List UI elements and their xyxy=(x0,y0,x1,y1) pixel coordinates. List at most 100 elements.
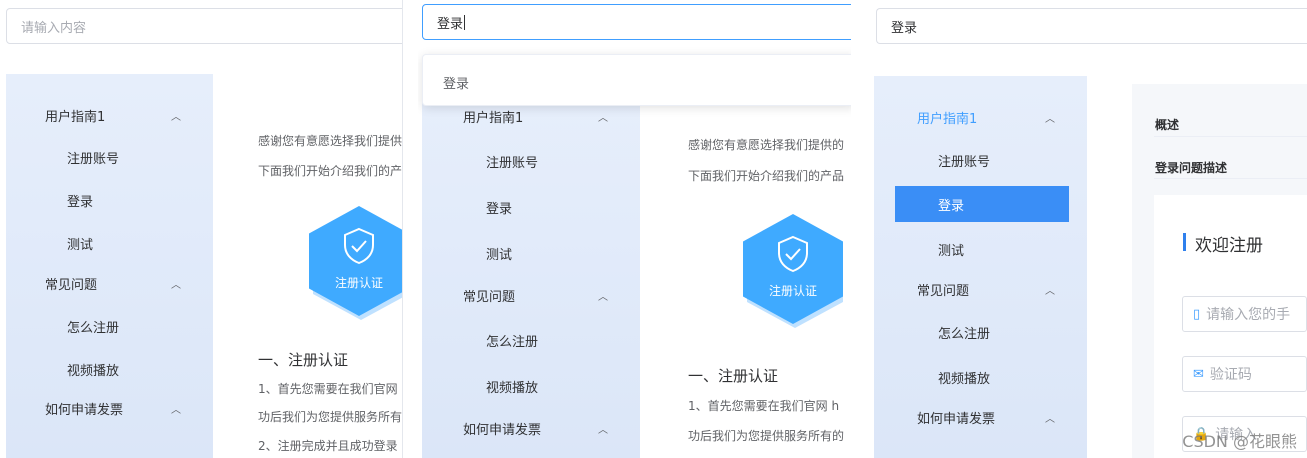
chevron-up-icon: ︿ xyxy=(1045,113,1055,125)
phone-icon: ▯ xyxy=(1193,306,1201,322)
paragraph-line-2: 功后我们为您提供服务所有 xyxy=(258,410,403,424)
chevron-up-icon: ︿ xyxy=(171,404,181,416)
menu-item-how-to-register[interactable]: 怎么注册 xyxy=(422,322,640,358)
chevron-up-icon: ︿ xyxy=(171,279,181,291)
menu-group-user-guide[interactable]: 用户指南1 ︿ xyxy=(874,104,1087,130)
menu-group-invoice[interactable]: 如何申请发票 ︿ xyxy=(874,404,1087,430)
menu-item-label: 测试 xyxy=(938,243,965,259)
register-badge: 注册认证 xyxy=(743,214,847,334)
menu-group-label: 用户指南1 xyxy=(917,111,978,127)
divider xyxy=(1154,178,1307,179)
menu-group-label: 如何申请发票 xyxy=(45,402,124,418)
menu-item-label: 注册账号 xyxy=(67,151,120,167)
form-title: 欢迎注册 xyxy=(1195,236,1263,256)
menu-group-label: 用户指南1 xyxy=(463,110,524,126)
intro-line-1: 感谢您有意愿选择我们提供的 xyxy=(688,138,845,152)
menu-group-label: 用户指南1 xyxy=(45,109,106,125)
menu-item-login[interactable]: 登录 xyxy=(422,189,640,225)
menu-group-user-guide[interactable]: 用户指南1 ︿ xyxy=(6,102,213,128)
badge-label: 注册认证 xyxy=(334,276,383,290)
menu-item-label: 视频播放 xyxy=(67,363,120,379)
login-issue-heading: 登录问题描述 xyxy=(1155,161,1228,175)
search-input[interactable]: 登录 xyxy=(422,4,851,40)
panel-result: 登录 用户指南1 ︿ 注册账号 登录 测试 常见问题 ︿ 怎么注册 视频播放 如… xyxy=(872,0,1307,458)
menu-item-how-to-register[interactable]: 怎么注册 xyxy=(6,308,213,344)
section-heading: 一、注册认证 xyxy=(688,367,779,385)
menu-item-login-active[interactable]: 登录 xyxy=(895,186,1069,222)
menu-group-faq[interactable]: 常见问题 ︿ xyxy=(6,270,213,296)
chevron-up-icon: ︿ xyxy=(598,424,608,436)
menu-item-label: 注册账号 xyxy=(486,155,539,171)
menu-item-label: 视频播放 xyxy=(486,380,539,396)
menu-group-invoice[interactable]: 如何申请发票 ︿ xyxy=(422,415,640,441)
menu-group-invoice[interactable]: 如何申请发票 ︿ xyxy=(6,395,213,421)
overview-heading: 概述 xyxy=(1155,118,1180,132)
menu-group-label: 常见问题 xyxy=(463,289,516,305)
chevron-up-icon: ︿ xyxy=(1045,285,1055,297)
search-placeholder: 请输入内容 xyxy=(21,20,87,36)
menu-item-test[interactable]: 测试 xyxy=(422,235,640,271)
paragraph-line-1: 1、首先您需要在我们官网 xyxy=(258,382,398,396)
sidebar-menu: 用户指南1 ︿ 注册账号 登录 测试 常见问题 ︿ 怎么注册 视频播放 如何申请… xyxy=(422,100,640,458)
menu-item-register-account[interactable]: 注册账号 xyxy=(6,139,213,175)
intro-line-2: 下面我们开始介绍我们的产品 xyxy=(688,169,845,183)
search-value: 登录 xyxy=(891,20,918,36)
register-badge: 注册认证 xyxy=(309,206,402,326)
menu-item-label: 注册账号 xyxy=(938,154,991,170)
menu-item-label: 怎么注册 xyxy=(486,334,539,350)
phone-placeholder: 请输入您的手 xyxy=(1206,307,1291,323)
sidebar-menu: 用户指南1 ︿ 注册账号 登录 测试 常见问题 ︿ 怎么注册 视频播放 如何申请… xyxy=(6,74,213,458)
search-input[interactable]: 登录 xyxy=(876,8,1307,44)
mail-icon: ✉ xyxy=(1193,366,1204,382)
menu-item-label: 登录 xyxy=(67,194,94,210)
chevron-up-icon: ︿ xyxy=(598,112,608,124)
menu-group-faq[interactable]: 常见问题 ︿ xyxy=(422,282,640,308)
shield-check-icon xyxy=(778,235,808,273)
search-value: 登录 xyxy=(437,16,464,32)
title-accent-bar xyxy=(1183,233,1186,251)
chevron-up-icon: ︿ xyxy=(171,111,181,123)
badge-label: 注册认证 xyxy=(768,284,817,298)
menu-item-video[interactable]: 视频播放 xyxy=(6,351,213,387)
menu-group-faq[interactable]: 常见问题 ︿ xyxy=(874,276,1087,302)
menu-item-video[interactable]: 视频播放 xyxy=(874,359,1087,395)
menu-item-label: 测试 xyxy=(486,247,513,263)
paragraph-line-3: 2、注册完成并且成功登录 xyxy=(258,439,398,453)
text-caret xyxy=(464,14,466,30)
menu-item-test[interactable]: 测试 xyxy=(6,225,213,261)
menu-group-label: 常见问题 xyxy=(45,277,98,293)
panel-typing: 登录 用户指南1 ︿ 注册账号 登录 测试 常见问题 ︿ 怎么注册 视频播放 如… xyxy=(418,0,851,458)
menu-group-label: 常见问题 xyxy=(917,283,970,299)
panel-initial: 请输入内容 用户指南1 ︿ 注册账号 登录 测试 常见问题 ︿ 怎么注册 视频播… xyxy=(0,0,403,458)
menu-item-label: 登录 xyxy=(938,198,965,214)
paragraph-line-1: 1、首先您需要在我们官网 h xyxy=(688,399,840,413)
verification-code-input[interactable]: ✉ 验证码 xyxy=(1182,356,1307,392)
intro-line-2: 下面我们开始介绍我们的产品 xyxy=(258,164,403,178)
menu-item-register-account[interactable]: 注册账号 xyxy=(422,143,640,179)
menu-item-label: 视频播放 xyxy=(938,371,991,387)
menu-item-how-to-register[interactable]: 怎么注册 xyxy=(874,314,1087,350)
code-placeholder: 验证码 xyxy=(1209,367,1252,383)
divider xyxy=(1154,136,1307,137)
menu-item-login[interactable]: 登录 xyxy=(6,182,213,218)
search-suggestions-dropdown: 登录 xyxy=(422,54,851,106)
menu-item-label: 测试 xyxy=(67,237,94,253)
menu-item-label: 登录 xyxy=(486,201,513,217)
search-input[interactable]: 请输入内容 xyxy=(6,8,402,44)
suggestion-option-login[interactable]: 登录 xyxy=(443,73,469,92)
paragraph-line-2: 功后我们为您提供服务所有的 xyxy=(688,429,845,443)
watermark: CSDN @花眼熊 xyxy=(1182,432,1297,451)
menu-item-video[interactable]: 视频播放 xyxy=(422,368,640,404)
menu-item-label: 怎么注册 xyxy=(67,320,120,336)
menu-item-register-account[interactable]: 注册账号 xyxy=(874,142,1087,178)
menu-item-test[interactable]: 测试 xyxy=(874,231,1087,267)
menu-item-label: 怎么注册 xyxy=(938,326,991,342)
phone-input[interactable]: ▯ 请输入您的手 xyxy=(1182,296,1307,332)
section-heading: 一、注册认证 xyxy=(258,351,349,369)
shield-check-icon xyxy=(344,227,374,265)
intro-line-1: 感谢您有意愿选择我们提供 xyxy=(258,134,403,148)
menu-group-label: 如何申请发票 xyxy=(917,411,996,427)
menu-group-label: 如何申请发票 xyxy=(463,422,542,438)
sidebar-menu: 用户指南1 ︿ 注册账号 登录 测试 常见问题 ︿ 怎么注册 视频播放 如何申请… xyxy=(874,76,1087,458)
menu-group-user-guide[interactable]: 用户指南1 ︿ xyxy=(422,103,640,129)
